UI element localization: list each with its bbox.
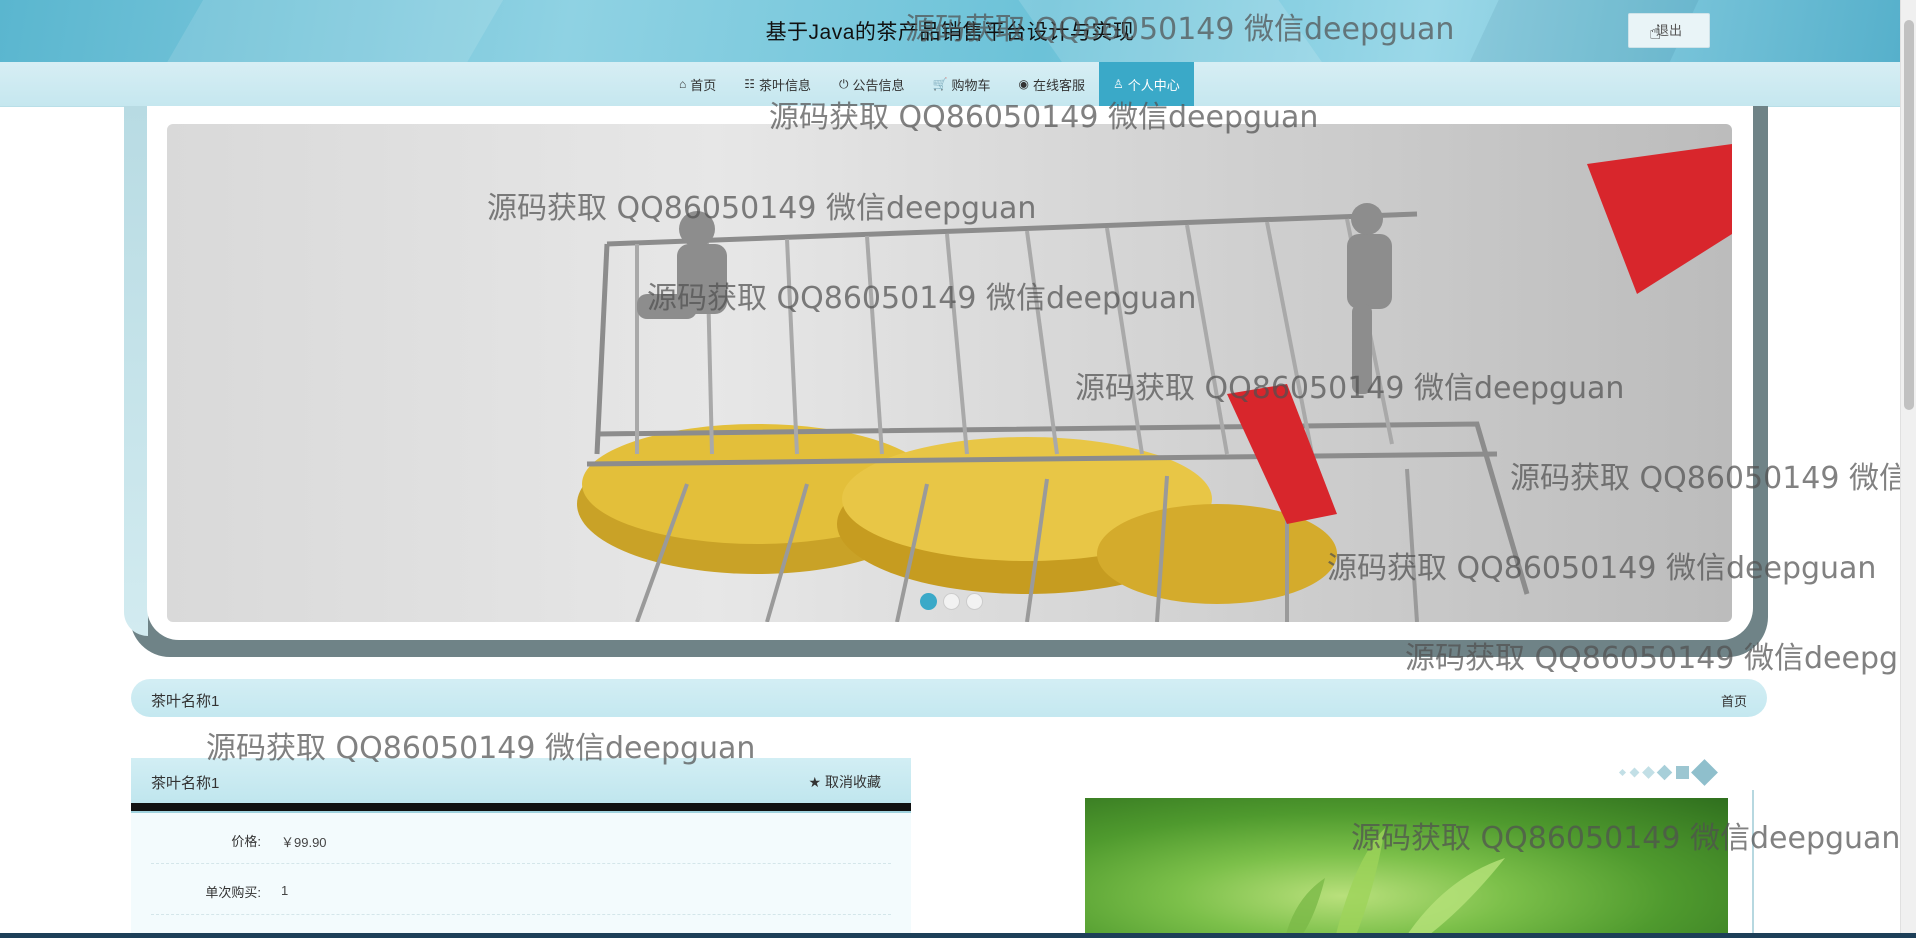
nav-item-profile[interactable]: ♙ 个人中心: [1099, 62, 1194, 106]
field-row-quantity: 单次购买: 1: [151, 864, 891, 915]
nav-item-announcements[interactable]: ⏻ 公告信息: [825, 62, 919, 106]
thumbnail[interactable]: [1618, 768, 1627, 777]
nav-item-tea-info[interactable]: ☷ 茶叶信息: [730, 62, 825, 106]
product-image[interactable]: [1085, 798, 1728, 938]
thumbnail[interactable]: [1656, 764, 1673, 781]
detail-header: 茶叶名称1 ★ 取消收藏: [131, 758, 911, 803]
page-scrollbar[interactable]: [1900, 0, 1916, 938]
carousel-dot[interactable]: [920, 593, 937, 610]
nav-item-label: 公告信息: [852, 77, 905, 93]
carousel-indicators: [920, 593, 983, 610]
field-row-price: 价格: ￥99.90: [151, 813, 891, 864]
logout-button[interactable]: 退出: [1628, 13, 1710, 48]
cart-icon: 🛒: [932, 77, 948, 91]
banner-image[interactable]: [167, 124, 1732, 622]
breadcrumb-title: 茶叶名称1: [151, 693, 220, 710]
nav-item-support[interactable]: ◉ 在线客服: [1005, 62, 1100, 106]
quantity-label: 单次购买:: [205, 885, 261, 900]
nav-item-label: 在线客服: [1033, 77, 1086, 93]
product-title: 茶叶名称1: [151, 775, 220, 792]
gallery-track: [1752, 790, 1754, 938]
breadcrumb-home-link[interactable]: 首页: [1721, 691, 1747, 710]
price-label: 价格:: [231, 834, 261, 849]
carousel-dot[interactable]: [943, 593, 960, 610]
breadcrumb: 茶叶名称1 首页: [131, 679, 1767, 717]
site-title: 基于Java的茶产品销售平台设计与实现: [765, 21, 1135, 44]
nav-item-home[interactable]: ⌂ 首页: [665, 62, 730, 106]
nav-item-label: 个人中心: [1127, 77, 1180, 93]
home-icon: ⌂: [679, 77, 687, 91]
unfavorite-button[interactable]: ★ 取消收藏: [809, 772, 881, 792]
main-nav: ⌂ 首页 ☷ 茶叶信息 ⏻ 公告信息 🛒 购物车 ◉ 在线客服 ♙ 个人中心: [0, 62, 1900, 107]
gallery-thumbnails: [1618, 759, 1718, 786]
shopping-cart-coins-illustration: [577, 144, 1732, 622]
product-detail-panel: 茶叶名称1 ★ 取消收藏 价格: ￥99.90 单次购买: 1: [131, 758, 911, 938]
user-icon: ♙: [1113, 77, 1124, 91]
nav-item-cart[interactable]: 🛒 购物车: [919, 62, 1005, 106]
price-value: ￥99.90: [281, 835, 327, 850]
tea-leaves-image: [1285, 828, 1505, 938]
list-icon: ☷: [744, 77, 756, 91]
scrollbar-thumb[interactable]: [1904, 20, 1914, 410]
thumbnail[interactable]: [1629, 767, 1640, 778]
star-icon: ★: [808, 774, 822, 790]
carousel-dot[interactable]: [966, 593, 983, 610]
nav-item-label: 首页: [690, 77, 717, 93]
quantity-value: 1: [281, 883, 289, 898]
nav-item-label: 购物车: [951, 77, 991, 93]
thumbnail[interactable]: [1676, 766, 1689, 779]
nav-item-label: 茶叶信息: [759, 77, 812, 93]
banner-frame-edge: [124, 106, 148, 636]
support-icon: ◉: [1018, 77, 1030, 91]
thumbnail[interactable]: [1691, 759, 1718, 786]
mouse-cursor-icon: ☝: [1649, 22, 1662, 44]
window-bottom-edge: [0, 933, 1916, 938]
power-icon: ⏻: [839, 76, 849, 91]
unfavorite-label: 取消收藏: [825, 774, 881, 790]
thumbnail[interactable]: [1642, 766, 1655, 779]
divider: [131, 803, 911, 813]
site-header: 基于Java的茶产品销售平台设计与实现 退出: [0, 0, 1900, 62]
